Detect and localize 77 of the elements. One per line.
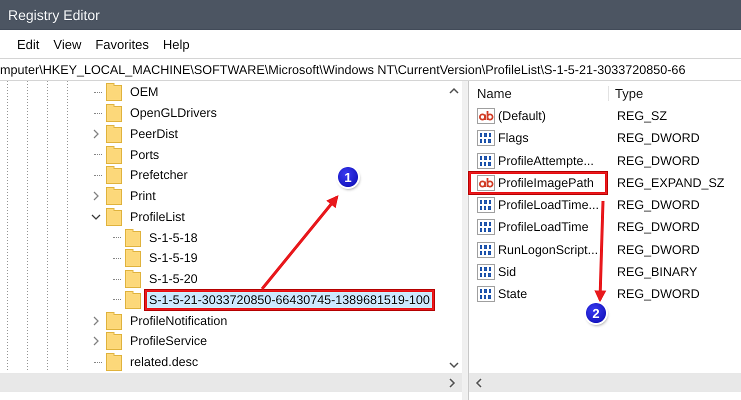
value-name: ProfileLoadTime [498,220,589,234]
value-name-cell[interactable]: (Default) [469,105,607,128]
folder-icon [125,228,141,247]
value-name-cell[interactable]: RunLogonScript... [469,238,607,261]
value-name-cell[interactable]: Flags [469,127,607,150]
address-path: mputer\HKEY_LOCAL_MACHINE\SOFTWARE\Microsoft\Windows NT\CurrentVersion\ProfileList\S-1-5-21-3033720850-66 [0,62,686,76]
value-type-cell-text: REG_DWORD [616,242,700,257]
folder-icon [106,83,122,102]
tree-item[interactable]: OpenGLDrivers [126,103,221,124]
folder-icon [106,104,122,122]
folder-icon [106,124,122,143]
value-type-cell-text: REG_DWORD [616,198,700,212]
tree-item[interactable]: ProfileList [126,206,189,227]
expand-chevron-icon[interactable] [92,316,100,326]
value-type-cell-text: REG_EXPAND_SZ [616,176,724,190]
horizontal-scrollbar[interactable] [469,373,741,392]
address-bar[interactable]: mputer\HKEY_LOCAL_MACHINE\SOFTWARE\Microsoft\Windows NT\CurrentVersion\ProfileList\S-1-5-21-3033720850-66 [0,58,741,81]
tree-item[interactable]: Prefetcher [126,165,192,186]
tree-item[interactable]: related.desc [126,352,202,372]
folder-icon [106,312,122,330]
tree-item[interactable]: ProfileNotification [126,310,232,331]
expand-chevron-icon[interactable] [92,128,100,139]
tree-item[interactable]: S-1-5-20 [145,269,202,290]
value-type-cell-text: REG_DWORD [616,154,700,168]
folder-icon [106,353,122,372]
value-name: ProfileAttempte... [498,154,594,168]
value-name-cell[interactable]: State [469,283,607,306]
folder-icon [125,270,141,288]
tree-item[interactable]: S-1-5-21-3033720850-66430745-1389681519-100 [145,290,434,310]
value-name: RunLogonScript... [498,242,598,257]
value-name: (Default) [498,109,546,124]
tree-item[interactable]: S-1-5-18 [145,228,202,248]
tree-item[interactable]: S-1-5-19 [145,248,202,268]
tree-item[interactable]: PeerDist [126,124,182,144]
folder-icon [125,249,141,268]
value-type-cell-text: REG_DWORD [616,287,700,302]
window-title: Registry Editor [8,7,100,23]
value-name-cell[interactable]: ProfileAttempte... [469,150,607,172]
value-name: Sid [498,264,516,279]
menu-item[interactable]: Help [156,34,197,54]
value-name: ProfileImagePath [498,176,594,190]
menu-item[interactable]: Edit [10,34,46,54]
collapse-chevron-icon[interactable] [91,212,101,221]
folder-icon [125,290,141,309]
value-name-cell[interactable]: ProfileLoadTime... [469,194,607,216]
value-name-cell[interactable]: ProfileLoadTime [469,216,607,238]
value-name: State [498,287,528,302]
expand-chevron-icon[interactable] [92,191,100,202]
folder-icon [106,332,122,350]
scroll-down-icon[interactable] [448,362,458,369]
folder-icon [106,208,122,226]
folder-icon [106,146,122,164]
tree-item[interactable]: ProfileService [126,331,212,352]
value-type-cell-text: REG_DWORD [616,131,700,146]
menu-item[interactable]: View [46,34,88,54]
folder-icon [106,166,122,184]
tree-item[interactable]: OEM [126,82,162,102]
tree-item[interactable]: Ports [126,144,164,165]
folder-icon [106,187,122,206]
value-type-cell-text: REG_DWORD [616,220,700,234]
value-name-cell[interactable]: ProfileImagePath [469,172,607,194]
value-name: Flags [498,131,529,146]
expand-chevron-icon[interactable] [92,336,100,346]
horizontal-scrollbar[interactable] [0,373,462,392]
value-type-cell-text: REG_BINARY [616,264,698,279]
step-number-badge: 1 [338,167,358,187]
tree-item[interactable]: Print [126,186,160,206]
scroll-right-icon[interactable] [449,378,456,388]
column-header[interactable]: Type [609,86,644,100]
value-name-cell[interactable]: Sid [469,260,607,283]
column-header[interactable]: Name [469,86,609,100]
scroll-left-icon[interactable] [475,378,482,388]
value-name: ProfileLoadTime... [498,198,599,212]
value-type-cell-text: REG_SZ [616,109,668,124]
menu-item[interactable]: Favorites [88,34,156,54]
scroll-up-icon[interactable] [448,87,458,94]
step-number-badge: 2 [586,303,606,323]
